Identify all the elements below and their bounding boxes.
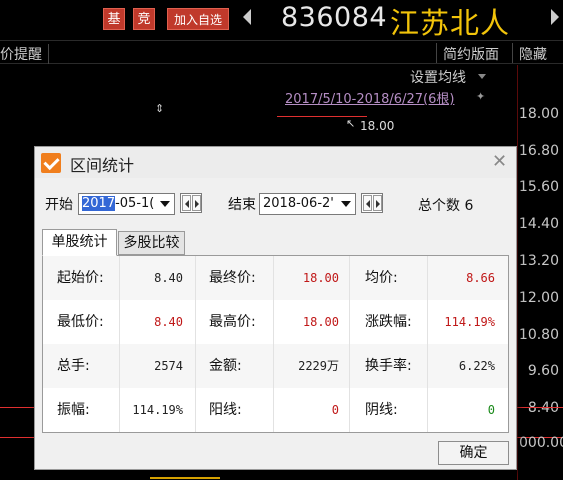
volume-tick: 000.00 (519, 435, 563, 451)
cursor-price-label: 18.00 (360, 119, 395, 133)
hide-button[interactable]: 隐藏 (519, 44, 547, 64)
stat-value: 2574 (154, 359, 183, 373)
simple-layout-button[interactable]: 简约版面 (443, 44, 499, 64)
price-tick: 13.20 (518, 253, 559, 269)
mouse-cursor-icon: ↖ (346, 117, 356, 130)
basic-tag-button[interactable]: 基 (103, 8, 125, 30)
stat-label: 总手: (57, 358, 90, 374)
price-alert-tab[interactable]: 价提醒 (0, 44, 49, 64)
stat-label: 阳线: (209, 402, 242, 418)
stats-row: 振幅: 114.19% 阳线: 0 阴线: 0 (43, 388, 508, 432)
end-label: 结束 (228, 197, 256, 213)
volume-bar (150, 477, 220, 479)
dialog-title: 区间统计 (70, 156, 135, 175)
start-date-picker[interactable]: 2017-05-1( (78, 193, 175, 215)
step-left-icon[interactable] (182, 195, 191, 211)
stat-label: 阴线: (365, 402, 398, 418)
price-level-line (0, 407, 34, 408)
step-right-icon[interactable] (192, 195, 201, 211)
toolbar-divider (436, 43, 437, 63)
next-stock-arrow-icon[interactable] (551, 9, 559, 25)
toolbar-divider (512, 43, 513, 63)
stats-row: 起始价: 8.40 最终价: 18.00 均价: 8.66 (43, 256, 508, 300)
stat-value: 18.00 (302, 315, 339, 329)
stats-panel: 起始价: 8.40 最终价: 18.00 均价: 8.66 最低价: 8.40 最高价: 18.0… (42, 255, 509, 433)
price-tick: 12.00 (518, 290, 559, 306)
price-tick: 14.40 (518, 216, 559, 232)
column-divider (427, 256, 428, 432)
interval-range-label[interactable]: 2017/5/10-2018/6/27(6根) (285, 88, 454, 107)
end-date-stepper[interactable] (361, 193, 383, 213)
interval-stats-dialog: 区间统计 ✕ 开始 2017-05-1( 结束 2018-06-2' 总个数 6… (34, 146, 517, 470)
stats-row: 总手: 2574 金额: 2229万 换手率: 6.22% (43, 344, 508, 388)
crosshair-marker-icon: ⇕ (155, 102, 165, 115)
stat-value: 8.40 (154, 315, 183, 329)
chevron-down-icon[interactable] (160, 201, 170, 207)
column-divider (195, 256, 196, 432)
stat-label: 换手率: (365, 358, 412, 374)
price-tick: 10.80 (518, 327, 559, 343)
stock-header: 基 竞 加入自选 836084 江苏北人 (0, 0, 563, 40)
start-date-selected-text: 2017 (82, 196, 116, 211)
ma-setting-button[interactable]: 设置均线 (410, 67, 466, 87)
tab-multi-stock[interactable]: 多股比较 (118, 231, 185, 255)
stat-value: 2229万 (298, 359, 339, 373)
chart-toolbar: 价提醒 简约版面 隐藏 (0, 40, 563, 64)
column-divider (273, 256, 274, 432)
stat-value: 8.40 (154, 271, 183, 285)
price-tick: 18.00 (518, 106, 559, 122)
stat-value: 114.19% (132, 403, 183, 417)
stat-label: 振幅: (57, 402, 90, 418)
column-divider (349, 256, 350, 432)
ma-setting-dropdown-icon[interactable] (478, 74, 486, 79)
stat-label: 最低价: (57, 314, 104, 330)
checkmark-icon (41, 153, 61, 173)
start-label: 开始 (45, 197, 73, 213)
total-count: 总个数 6 (418, 198, 474, 214)
start-date-text: -05-1( (115, 196, 155, 211)
stat-label: 金额: (209, 358, 242, 374)
price-tick: 9.60 (527, 363, 559, 379)
ok-button[interactable]: 确定 (438, 441, 509, 465)
price-level-line (517, 407, 563, 408)
stock-code: 836084 (281, 2, 388, 33)
price-tick: 8.40 (527, 400, 559, 416)
competitive-tag-button[interactable]: 竞 (133, 8, 155, 30)
chevron-down-icon[interactable] (341, 201, 351, 207)
start-date-stepper[interactable] (180, 193, 202, 213)
stock-name: 江苏北人 (390, 6, 511, 40)
step-left-icon[interactable] (363, 195, 372, 211)
close-icon[interactable]: ✕ (492, 151, 507, 172)
add-to-watchlist-button[interactable]: 加入自选 (167, 8, 229, 30)
pin-icon[interactable]: ✦ (476, 90, 485, 103)
stat-label: 均价: (365, 270, 398, 286)
column-divider (119, 256, 120, 432)
price-tick: 15.60 (518, 179, 559, 195)
volume-divider-line (0, 437, 34, 438)
stat-label: 起始价: (57, 270, 104, 286)
previous-stock-arrow-icon[interactable] (243, 9, 251, 25)
end-date-picker[interactable]: 2018-06-2' (259, 193, 356, 215)
step-right-icon[interactable] (373, 195, 382, 211)
tab-single-stock[interactable]: 单股统计 (42, 229, 117, 256)
stats-grid: 起始价: 8.40 最终价: 18.00 均价: 8.66 最低价: 8.40 最高价: 18.0… (43, 256, 508, 432)
stats-row: 最低价: 8.40 最高价: 18.00 涨跌幅: 114.19% (43, 300, 508, 344)
end-date-text: 2018-06-2' (263, 196, 334, 211)
stat-value: 0 (331, 403, 339, 417)
dialog-title-bar[interactable]: 区间统计 ✕ (35, 147, 516, 178)
price-tick: 16.80 (518, 143, 559, 159)
price-axis-border (517, 65, 518, 480)
stat-value: 18.00 (302, 271, 339, 285)
stat-label: 涨跌幅: (365, 314, 412, 330)
